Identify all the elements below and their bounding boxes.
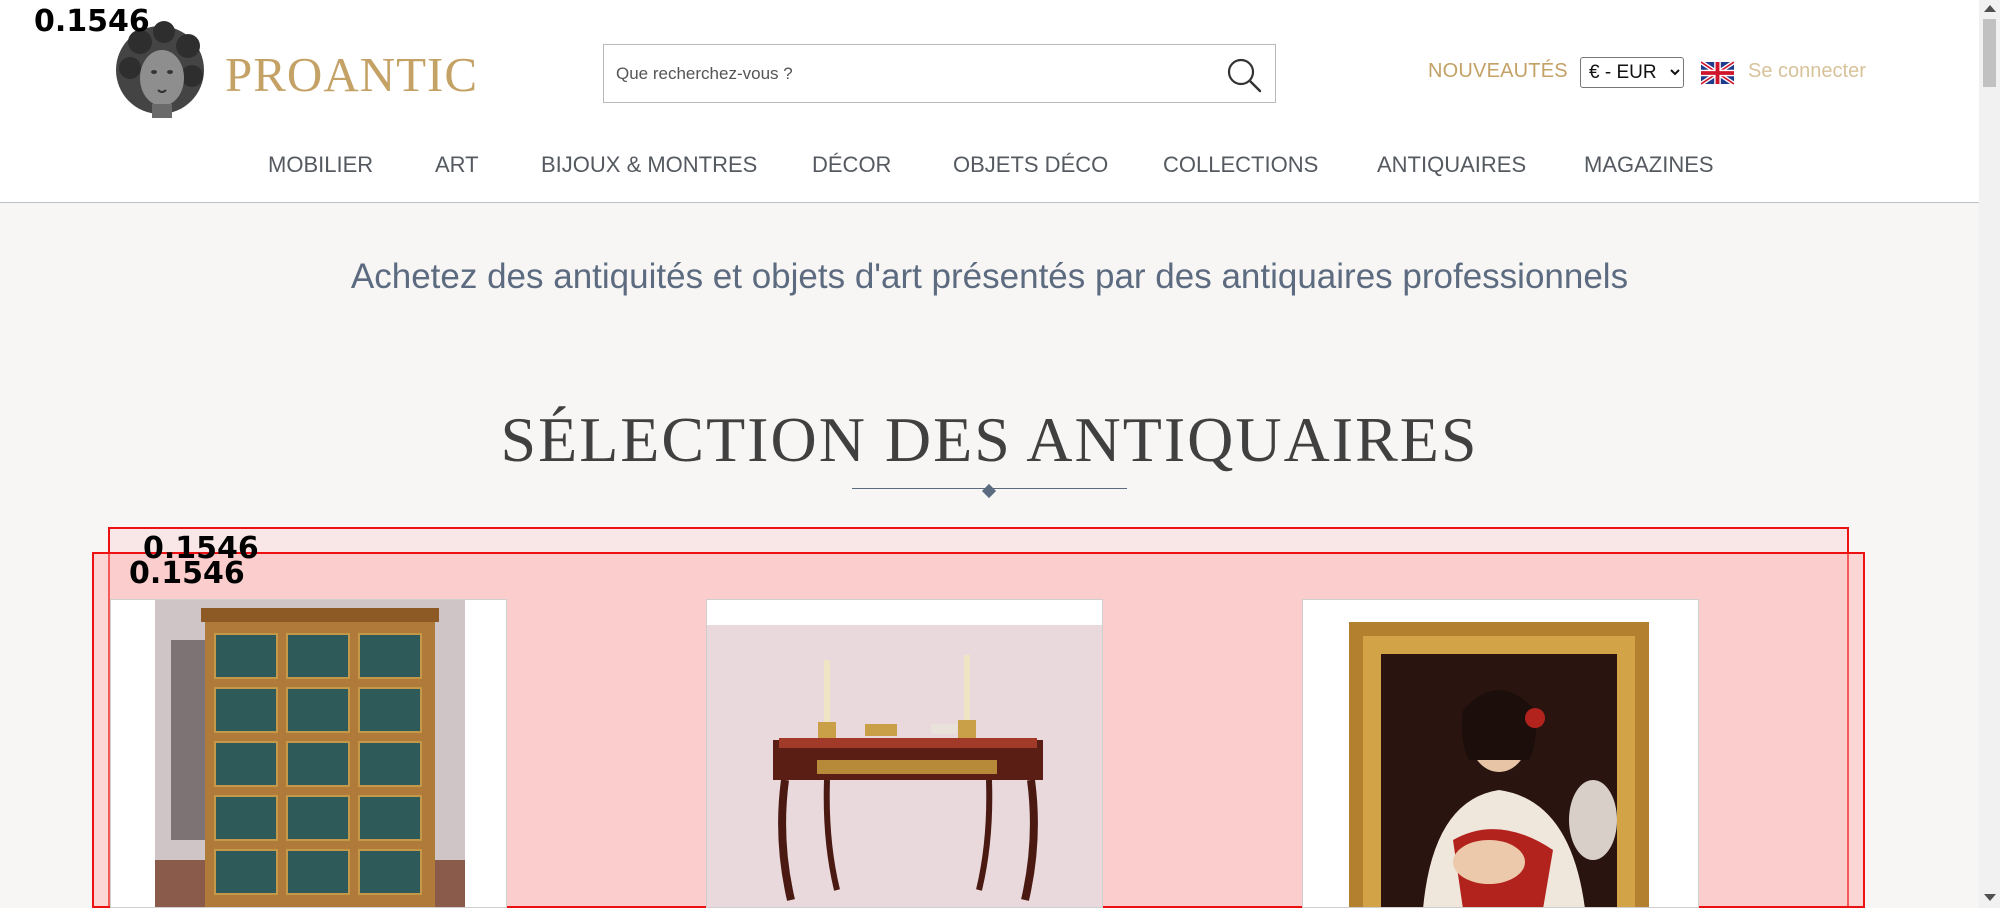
- nav-item-bijoux-montres[interactable]: BIJOUX & MONTRES: [541, 152, 757, 178]
- currency-select[interactable]: € - EUR: [1580, 57, 1684, 88]
- section-title: SÉLECTION DES ANTIQUAIRES: [500, 404, 1479, 475]
- page-tagline: Achetez des antiquités et objets d'art p…: [350, 257, 1629, 296]
- scroll-up-arrow-icon[interactable]: [1984, 5, 1996, 12]
- search-box: [603, 44, 1276, 103]
- nav-item-decor[interactable]: DÉCOR: [812, 152, 891, 178]
- painting-image: [1303, 600, 1698, 907]
- uk-flag-icon[interactable]: [1701, 61, 1734, 85]
- cabinet-image: [111, 600, 506, 907]
- nav-item-mobilier[interactable]: MOBILIER: [268, 152, 373, 178]
- product-card-painting[interactable]: [1302, 599, 1699, 908]
- nav-item-art[interactable]: ART: [435, 152, 479, 178]
- scroll-down-arrow-icon[interactable]: [1984, 894, 1996, 901]
- main-nav: MOBILIER ART BIJOUX & MONTRES DÉCOR OBJE…: [0, 152, 1979, 182]
- search-input[interactable]: [616, 61, 1196, 87]
- login-link[interactable]: Se connecter: [1748, 60, 1866, 83]
- detection-score-label: 0.1546: [34, 4, 150, 39]
- site-header: PROANTIC NOUVEAUTÉS € - EUR Se connecter…: [0, 0, 1979, 203]
- nav-item-antiquaires[interactable]: ANTIQUAIRES: [1377, 152, 1526, 178]
- nav-item-objets-deco[interactable]: OBJETS DÉCO: [953, 152, 1108, 178]
- nav-item-magazines[interactable]: MAGAZINES: [1584, 152, 1714, 178]
- scrollbar-thumb[interactable]: [1983, 19, 1996, 87]
- product-card-desk[interactable]: [706, 599, 1103, 908]
- nav-item-collections[interactable]: COLLECTIONS: [1163, 152, 1318, 178]
- new-arrivals-link[interactable]: NOUVEAUTÉS: [1428, 60, 1568, 83]
- divider-diamond-icon: [981, 483, 997, 499]
- desk-image: [707, 600, 1102, 907]
- logo-text[interactable]: PROANTIC: [225, 46, 478, 103]
- page-scrollbar[interactable]: [1979, 0, 2000, 908]
- detection-score-label: 0.1546: [129, 556, 245, 591]
- search-icon[interactable]: [1224, 55, 1264, 95]
- product-card-cabinet[interactable]: [110, 599, 507, 908]
